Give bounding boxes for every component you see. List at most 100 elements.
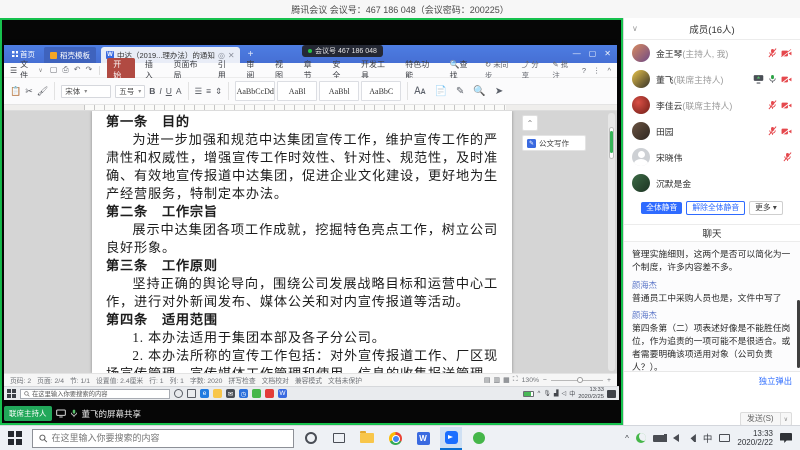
clock-app-icon[interactable]: ◷ xyxy=(239,389,248,398)
style-chip-heading3[interactable]: AaBbC xyxy=(361,81,401,101)
status-word-count[interactable]: 字数: 2020 xyxy=(190,375,223,385)
task-view-button[interactable] xyxy=(328,427,350,450)
camera-off-icon[interactable] xyxy=(781,49,792,58)
volume-icon[interactable] xyxy=(673,434,679,442)
maximize-button[interactable]: ▢ xyxy=(589,50,597,58)
cortana-icon[interactable] xyxy=(174,389,183,398)
member-row[interactable]: 沉默是金 xyxy=(624,170,800,196)
touch-keyboard-icon[interactable] xyxy=(719,434,730,442)
zoom-slider[interactable] xyxy=(551,380,603,381)
collapse-ribbon-icon[interactable]: ^ xyxy=(608,66,612,75)
print-icon[interactable]: ⎙ xyxy=(62,65,68,75)
save-icon[interactable]: ▢ xyxy=(50,65,58,75)
zoom-out-button[interactable]: − xyxy=(543,377,547,384)
edit-pen-icon[interactable]: ✎ xyxy=(456,86,464,97)
undo-icon[interactable]: ↶ xyxy=(74,65,81,75)
zoom-in-button[interactable]: + xyxy=(607,377,611,384)
action-center-icon[interactable] xyxy=(780,433,792,443)
format-painter-icon[interactable]: 🖌 xyxy=(37,86,48,96)
view-fullscreen-icon[interactable]: ⛶ xyxy=(513,376,518,384)
zoom-slider-knob[interactable] xyxy=(577,377,583,383)
volume-icon[interactable]: ◁ xyxy=(562,390,567,397)
search-input[interactable] xyxy=(52,433,287,443)
ime-indicator[interactable]: 中 xyxy=(703,431,713,445)
status-proofread[interactable]: 文档校对 xyxy=(262,375,289,385)
more-button[interactable]: 更多 ▾ xyxy=(749,201,783,216)
taskbar-search-box[interactable] xyxy=(32,429,294,448)
camera-off-icon[interactable] xyxy=(781,101,792,110)
mic-muted-icon[interactable] xyxy=(768,100,777,110)
find-replace-icon[interactable]: 🔍 xyxy=(473,86,485,97)
member-row[interactable]: 宋晓伟 xyxy=(624,144,800,170)
assistant-collapse-button[interactable]: ⌃ xyxy=(522,115,538,131)
action-center-icon[interactable] xyxy=(607,390,616,398)
redo-icon[interactable]: ↷ xyxy=(86,65,93,75)
status-spellcheck[interactable]: 拼写检查 xyxy=(228,375,255,385)
chrome-button[interactable] xyxy=(384,427,406,450)
task-view-icon[interactable] xyxy=(187,389,196,398)
status-compatibility-mode[interactable]: 兼容模式 xyxy=(295,375,322,385)
font-size-select[interactable]: 五号▾ xyxy=(115,85,145,98)
popout-chat-link[interactable]: 独立弹出 xyxy=(759,375,792,387)
mic-tray-icon[interactable]: 🎙 xyxy=(543,390,551,397)
italic-button[interactable]: I xyxy=(159,86,161,96)
tray-green-app-icon[interactable] xyxy=(636,433,646,443)
wps-docer-tab[interactable]: 稻壳模板 xyxy=(44,47,96,63)
view-outline-icon[interactable]: ▥ xyxy=(493,376,500,384)
wps-taskbar-icon[interactable]: W xyxy=(278,389,287,398)
mic-muted-icon[interactable] xyxy=(768,48,777,58)
bold-button[interactable]: B xyxy=(149,86,155,96)
member-row[interactable]: 田园 xyxy=(624,118,800,144)
camera-off-icon[interactable] xyxy=(781,127,792,136)
chat-message-list[interactable]: 管理实施细则，这两个是否可以简化为一个制度，许多内容差不多。 颜海杰 普通员工中… xyxy=(624,242,800,371)
more-icon[interactable]: ⋮ xyxy=(593,66,601,75)
view-mode-icon[interactable]: ▤ xyxy=(484,376,491,384)
mic-muted-icon[interactable] xyxy=(768,126,777,136)
style-chip-heading2[interactable]: AaBbl xyxy=(319,81,359,101)
align-left-icon[interactable]: ☰ xyxy=(195,86,203,97)
camera-off-icon[interactable] xyxy=(781,75,792,84)
close-button[interactable]: ✕ xyxy=(604,50,611,58)
member-row[interactable]: 李佳云(联席主持人) xyxy=(624,92,800,118)
meeting-floating-badge[interactable]: 会议号 467 186 048 xyxy=(302,45,383,57)
text-tools-icon[interactable]: 🗛 xyxy=(414,86,425,97)
file-explorer-icon[interactable] xyxy=(213,389,222,398)
clock[interactable]: 13:33 2020/2/22 xyxy=(737,429,773,447)
send-options-caret[interactable]: ∨ xyxy=(781,412,792,426)
paste-icon[interactable]: 📋 xyxy=(10,86,21,96)
shared-search-box[interactable]: 在这里输入你要搜索的内容 xyxy=(20,389,170,399)
network-icon[interactable]: ▟ xyxy=(554,390,559,397)
file-explorer-button[interactable] xyxy=(356,427,378,450)
chat-text-input[interactable] xyxy=(632,387,792,412)
tencent-meeting-button-active[interactable] xyxy=(440,427,462,450)
view-web-icon[interactable]: ▦ xyxy=(503,376,510,384)
collapse-panel-icon[interactable]: ∨ xyxy=(632,24,638,33)
minimize-button[interactable]: — xyxy=(573,50,581,58)
mic-on-icon[interactable] xyxy=(768,74,777,84)
green-app-button[interactable] xyxy=(468,427,490,450)
align-center-icon[interactable]: ≡ xyxy=(206,86,211,96)
cut-icon[interactable]: ✂ xyxy=(25,86,33,96)
cortana-button[interactable] xyxy=(300,427,322,450)
status-protection[interactable]: 文档未保护 xyxy=(328,375,362,385)
wps-button[interactable]: W xyxy=(412,427,434,450)
line-spacing-icon[interactable]: ⇕ xyxy=(215,86,222,97)
qq-icon[interactable] xyxy=(265,389,274,398)
green-app-icon[interactable] xyxy=(252,389,261,398)
font-color-button[interactable]: A xyxy=(176,86,182,96)
font-name-select[interactable]: 宋体▾ xyxy=(61,85,111,98)
shared-start-button[interactable] xyxy=(7,389,16,398)
member-row[interactable]: 董飞(联席主持人) xyxy=(624,66,800,92)
tray-expand-icon[interactable]: ^ xyxy=(537,391,540,397)
style-chip-heading1[interactable]: AaBl xyxy=(277,81,317,101)
document-scrollbar[interactable] xyxy=(608,113,615,371)
document-page[interactable]: 第一条 目的 为进一步加强和规范中达集团宣传工作，维护宣传工作的严肃性和权威性，… xyxy=(92,111,512,373)
select-cursor-icon[interactable]: ➤ xyxy=(495,86,503,97)
shared-clock[interactable]: 13:33 2020/2/25 xyxy=(578,387,604,400)
unmute-all-button[interactable]: 解除全体静音 xyxy=(686,201,745,216)
help-icon[interactable]: ? xyxy=(582,66,586,75)
official-doc-writing-button[interactable]: ✎ 公文写作 xyxy=(522,135,586,151)
ime-indicator[interactable]: 中 xyxy=(569,389,575,398)
battery-icon[interactable] xyxy=(523,391,534,397)
network-icon[interactable] xyxy=(686,434,696,442)
